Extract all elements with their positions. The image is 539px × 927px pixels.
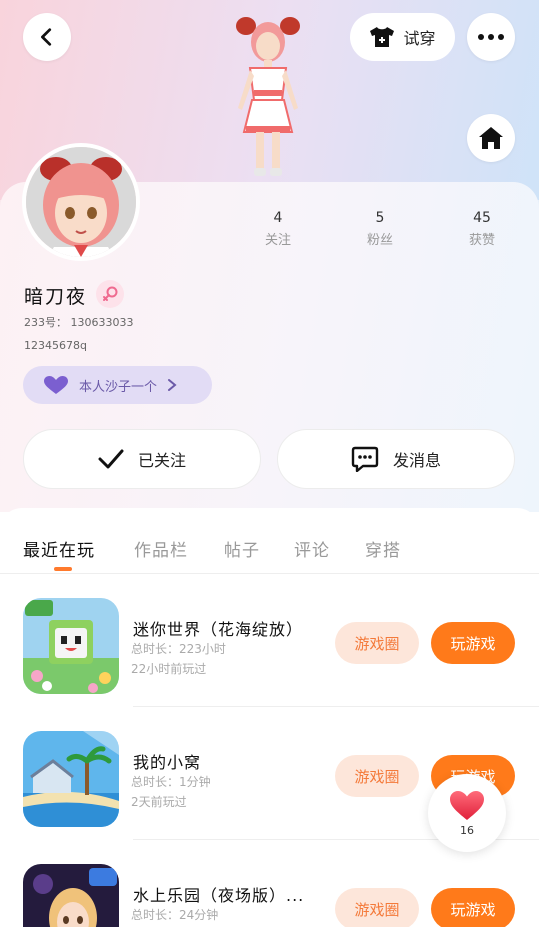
game-last-played: 22小时前玩过 <box>131 662 207 676</box>
game-icon-my-nest <box>23 731 119 827</box>
more-button[interactable] <box>467 13 515 61</box>
tab-outfits[interactable]: 穿搭 <box>365 536 401 561</box>
active-tab-indicator <box>54 567 72 571</box>
tab-comments[interactable]: 评论 <box>294 536 330 561</box>
play-game-button[interactable]: 玩游戏 <box>431 622 515 664</box>
list-item[interactable]: 迷你世界（花海绽放） 总时长：223小时 22小时前玩过 游戏圈 玩游戏 <box>0 574 539 707</box>
game-circle-button[interactable]: 游戏圈 <box>335 888 419 927</box>
send-message-button[interactable]: 发消息 <box>277 429 515 489</box>
more-horizontal-icon <box>478 34 504 40</box>
game-duration: 总时长：24分钟 <box>131 908 219 922</box>
heart-icon <box>44 376 68 394</box>
avatar-3d-figure <box>236 17 300 176</box>
game-duration: 总时长：1分钟 <box>131 775 211 789</box>
try-on-label: 试穿 <box>403 29 436 48</box>
home-button[interactable] <box>467 114 515 162</box>
stat-fans-value: 5 <box>375 210 385 226</box>
game-duration: 总时长：223小时 <box>131 642 226 656</box>
check-icon <box>98 449 124 469</box>
play-game-button[interactable]: 玩游戏 <box>431 888 515 927</box>
stat-following-label: 关注 <box>264 233 291 248</box>
female-icon <box>96 280 124 308</box>
game-title: 迷你世界（花海绽放） <box>133 620 304 639</box>
stat-following[interactable]: 4 关注 <box>238 210 318 248</box>
bio-chip[interactable]: 本人沙子一个 <box>23 366 212 404</box>
like-button[interactable]: 16 <box>428 774 506 852</box>
heart-icon <box>450 790 484 820</box>
user-id: 233号： 130633033 <box>24 316 134 329</box>
followed-button[interactable]: 已关注 <box>23 429 261 489</box>
shirt-icon <box>370 27 395 47</box>
back-button[interactable] <box>23 13 71 61</box>
game-circle-button[interactable]: 游戏圈 <box>335 622 419 664</box>
stat-fans[interactable]: 5 粉丝 <box>340 210 420 248</box>
bio-chip-label: 本人沙子一个 <box>79 379 158 395</box>
content-tabs: 最近在玩 作品栏 帖子 评论 穿搭 <box>0 508 539 574</box>
game-icon-mini-world <box>23 598 119 694</box>
game-title: 我的小窝 <box>133 753 202 772</box>
followed-label: 已关注 <box>137 451 186 470</box>
stat-likes-label: 获赞 <box>468 233 495 248</box>
tab-posts[interactable]: 帖子 <box>224 536 260 561</box>
avatar-portrait <box>26 147 136 257</box>
game-title: 水上乐园（夜场版）... <box>133 886 305 905</box>
profile-name: 暗刀夜 <box>24 286 88 308</box>
game-icon-water-park <box>23 864 119 927</box>
game-circle-button[interactable]: 游戏圈 <box>335 755 419 797</box>
send-message-label: 发消息 <box>392 451 441 470</box>
stat-likes[interactable]: 45 获赞 <box>442 210 522 248</box>
try-on-button[interactable]: 试穿 <box>350 13 455 61</box>
stat-likes-value: 45 <box>473 210 491 226</box>
game-last-played: 2天前玩过 <box>131 795 187 809</box>
tab-works[interactable]: 作品栏 <box>134 536 188 561</box>
chat-bubble-icon <box>351 446 379 472</box>
list-item[interactable]: 水上乐园（夜场版）... 总时长：24分钟 游戏圈 玩游戏 <box>0 840 539 927</box>
avatar[interactable] <box>22 143 140 261</box>
chevron-right-icon <box>168 379 177 391</box>
stat-following-value: 4 <box>273 210 283 226</box>
like-count: 16 <box>460 823 474 837</box>
user-signature: 12345678q <box>24 339 87 352</box>
chevron-left-icon <box>41 28 52 46</box>
home-icon <box>479 127 503 149</box>
stat-fans-label: 粉丝 <box>366 233 393 248</box>
tab-recently-played[interactable]: 最近在玩 <box>23 536 95 561</box>
